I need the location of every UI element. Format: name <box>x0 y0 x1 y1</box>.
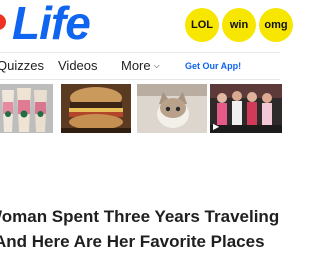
omg-badge-button[interactable]: omg <box>259 8 293 42</box>
nav-more-label: More <box>121 58 151 73</box>
crowd-image <box>210 84 282 133</box>
article-title[interactable]: Woman Spent Three Years Traveling And He… <box>0 204 300 254</box>
video-play-icon: ▶ <box>213 122 220 131</box>
cat-image <box>137 84 207 133</box>
thumbnail-video-crowd[interactable]: ▶ <box>210 84 282 133</box>
win-badge-button[interactable]: win <box>222 8 256 42</box>
thumbnail-cat[interactable] <box>137 84 207 133</box>
thumbnail-drinks[interactable] <box>0 84 53 133</box>
site-header: Life LOL win omg <box>0 0 293 50</box>
nav-item-more[interactable]: More ⌵ <box>121 58 160 73</box>
site-logo[interactable]: Life <box>12 0 91 48</box>
drinks-image <box>0 84 53 133</box>
thumbnail-strip: ▶ <box>0 84 282 133</box>
article-title-line-2: And Here Are Her Favorite Places <box>0 232 265 251</box>
get-app-link[interactable]: Get Our App! <box>185 61 241 71</box>
nav-item-videos[interactable]: Videos <box>58 58 98 73</box>
main-nav: Quizzes Videos More ⌵ Get Our App! <box>0 52 280 80</box>
chevron-down-icon: ⌵ <box>153 61 160 70</box>
thumbnail-burger[interactable] <box>61 84 131 133</box>
logo-mark-icon <box>0 14 6 30</box>
burger-image <box>61 84 131 133</box>
lol-badge-button[interactable]: LOL <box>185 8 219 42</box>
nav-item-quizzes[interactable]: Quizzes <box>0 58 44 73</box>
article-title-line-1: Woman Spent Three Years Traveling <box>0 207 280 226</box>
